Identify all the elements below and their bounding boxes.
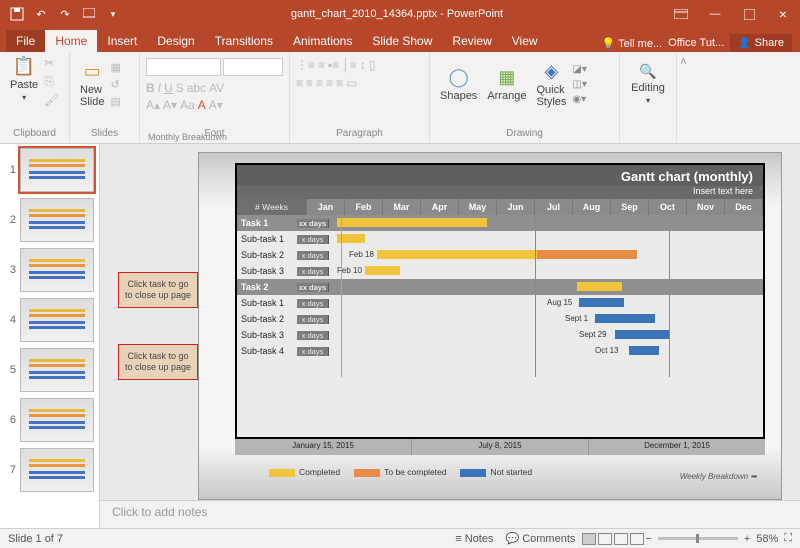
zoom-slider[interactable] bbox=[658, 537, 738, 540]
font-name bbox=[146, 58, 221, 76]
thumb-4[interactable]: 4 bbox=[4, 298, 95, 342]
window-title: gantt_chart_2010_14364.pptx - PowerPoint bbox=[130, 8, 664, 20]
legend: Completed To be completed Not started bbox=[269, 467, 532, 477]
save-icon[interactable] bbox=[6, 3, 28, 25]
date-marker-1: January 15, 2015 bbox=[235, 439, 412, 455]
callout-1: Click task to go to close up page bbox=[118, 272, 198, 308]
group-paragraph: Paragraph bbox=[296, 126, 423, 141]
thumb-5[interactable]: 5 bbox=[4, 348, 95, 392]
slide-canvas[interactable]: Gantt chart (monthly) Insert text here #… bbox=[198, 152, 782, 500]
start-show-icon[interactable] bbox=[78, 3, 100, 25]
tab-insert[interactable]: Insert bbox=[97, 30, 147, 52]
redo-icon[interactable]: ↷ bbox=[54, 3, 76, 25]
section-icon[interactable]: ▤ bbox=[110, 95, 120, 108]
editing-button[interactable]: 🔍Editing▾ bbox=[627, 61, 669, 107]
chart-subtitle: Insert text here bbox=[237, 186, 763, 199]
shape-fill-icon[interactable]: ◪▾ bbox=[572, 64, 586, 75]
arrange-button[interactable]: ▦Arrange bbox=[483, 65, 530, 104]
paste-button[interactable]: 📋Paste▾ bbox=[6, 54, 42, 104]
quick-styles-button[interactable]: ◈Quick Styles bbox=[532, 59, 570, 110]
new-slide-button[interactable]: ▭New Slide bbox=[76, 59, 108, 110]
ribbon-display-icon[interactable] bbox=[664, 3, 698, 25]
format-painter-icon: 🖌 bbox=[44, 93, 59, 107]
fit-window-icon[interactable]: ⛶ bbox=[784, 532, 792, 545]
copy-icon: ⎘ bbox=[44, 74, 59, 89]
date-marker-2: July 8, 2015 bbox=[412, 439, 589, 455]
minimize-icon[interactable]: ― bbox=[698, 3, 732, 25]
cut-icon: ✂ bbox=[44, 56, 59, 70]
tellme[interactable]: 💡 Tell me... bbox=[602, 37, 663, 50]
reset-icon[interactable]: ↺ bbox=[110, 78, 120, 91]
tab-view[interactable]: View bbox=[502, 30, 548, 52]
share-button[interactable]: 👤Share bbox=[730, 34, 792, 52]
thumb-7[interactable]: 7 bbox=[4, 448, 95, 492]
weekly-breakdown-link[interactable]: Weekly Breakdown ➥ bbox=[680, 472, 757, 481]
weeks-header: # Weeks bbox=[237, 199, 307, 215]
normal-view-icon[interactable] bbox=[582, 533, 596, 545]
tab-home[interactable]: Home bbox=[45, 30, 97, 52]
group-slides: Slides bbox=[76, 126, 133, 141]
tab-animations[interactable]: Animations bbox=[283, 30, 362, 52]
group-drawing: Drawing bbox=[436, 126, 613, 141]
thumb-3[interactable]: 3 bbox=[4, 248, 95, 292]
date-marker-3: December 1, 2015 bbox=[589, 439, 765, 455]
layout-icon[interactable]: ▦ bbox=[110, 61, 120, 74]
zoom-out[interactable]: − bbox=[645, 533, 651, 545]
maximize-icon[interactable] bbox=[732, 3, 766, 25]
gantt-chart: Gantt chart (monthly) Insert text here #… bbox=[235, 163, 765, 439]
slide-thumbnails: 1 2 3 4 5 6 7 bbox=[0, 144, 100, 528]
chart-title: Gantt chart (monthly) bbox=[237, 165, 763, 186]
thumb-1[interactable]: 1 bbox=[4, 148, 95, 192]
font-size bbox=[223, 58, 283, 76]
comments-button[interactable]: 💬 Comments bbox=[500, 532, 582, 545]
tab-review[interactable]: Review bbox=[442, 30, 501, 52]
thumb-6[interactable]: 6 bbox=[4, 398, 95, 442]
tab-file[interactable]: File bbox=[6, 30, 45, 52]
qat-more-icon[interactable]: ▾ bbox=[102, 3, 124, 25]
undo-icon[interactable]: ↶ bbox=[30, 3, 52, 25]
group-clipboard: Clipboard bbox=[6, 126, 63, 141]
reading-view-icon[interactable] bbox=[614, 533, 628, 545]
zoom-level[interactable]: 58% bbox=[756, 533, 778, 545]
slideshow-view-icon[interactable] bbox=[630, 533, 644, 545]
tab-transitions[interactable]: Transitions bbox=[205, 30, 283, 52]
notes-button[interactable]: ≡ Notes bbox=[449, 533, 499, 545]
sorter-view-icon[interactable] bbox=[598, 533, 612, 545]
tab-slideshow[interactable]: Slide Show bbox=[362, 30, 442, 52]
breadcrumb-note: Monthly Breakdown bbox=[148, 132, 227, 142]
close-icon[interactable]: × bbox=[766, 3, 800, 25]
shape-effects-icon[interactable]: ◉▾ bbox=[572, 94, 586, 105]
task2-link[interactable]: Task 2 bbox=[237, 282, 297, 292]
tab-design[interactable]: Design bbox=[147, 30, 204, 52]
shapes-button[interactable]: ◯Shapes bbox=[436, 65, 481, 104]
collapse-ribbon-icon[interactable]: ˄ bbox=[676, 52, 690, 143]
callout-2: Click task to go to close up page bbox=[118, 344, 198, 380]
shape-outline-icon[interactable]: ◫▾ bbox=[572, 79, 586, 90]
zoom-in[interactable]: + bbox=[744, 533, 750, 545]
notes-pane[interactable]: Click to add notes bbox=[100, 500, 800, 528]
task1-link[interactable]: Task 1 bbox=[237, 218, 297, 228]
slide-counter: Slide 1 of 7 bbox=[8, 533, 63, 545]
thumb-2[interactable]: 2 bbox=[4, 198, 95, 242]
officetut[interactable]: Office Tut... bbox=[668, 37, 724, 49]
